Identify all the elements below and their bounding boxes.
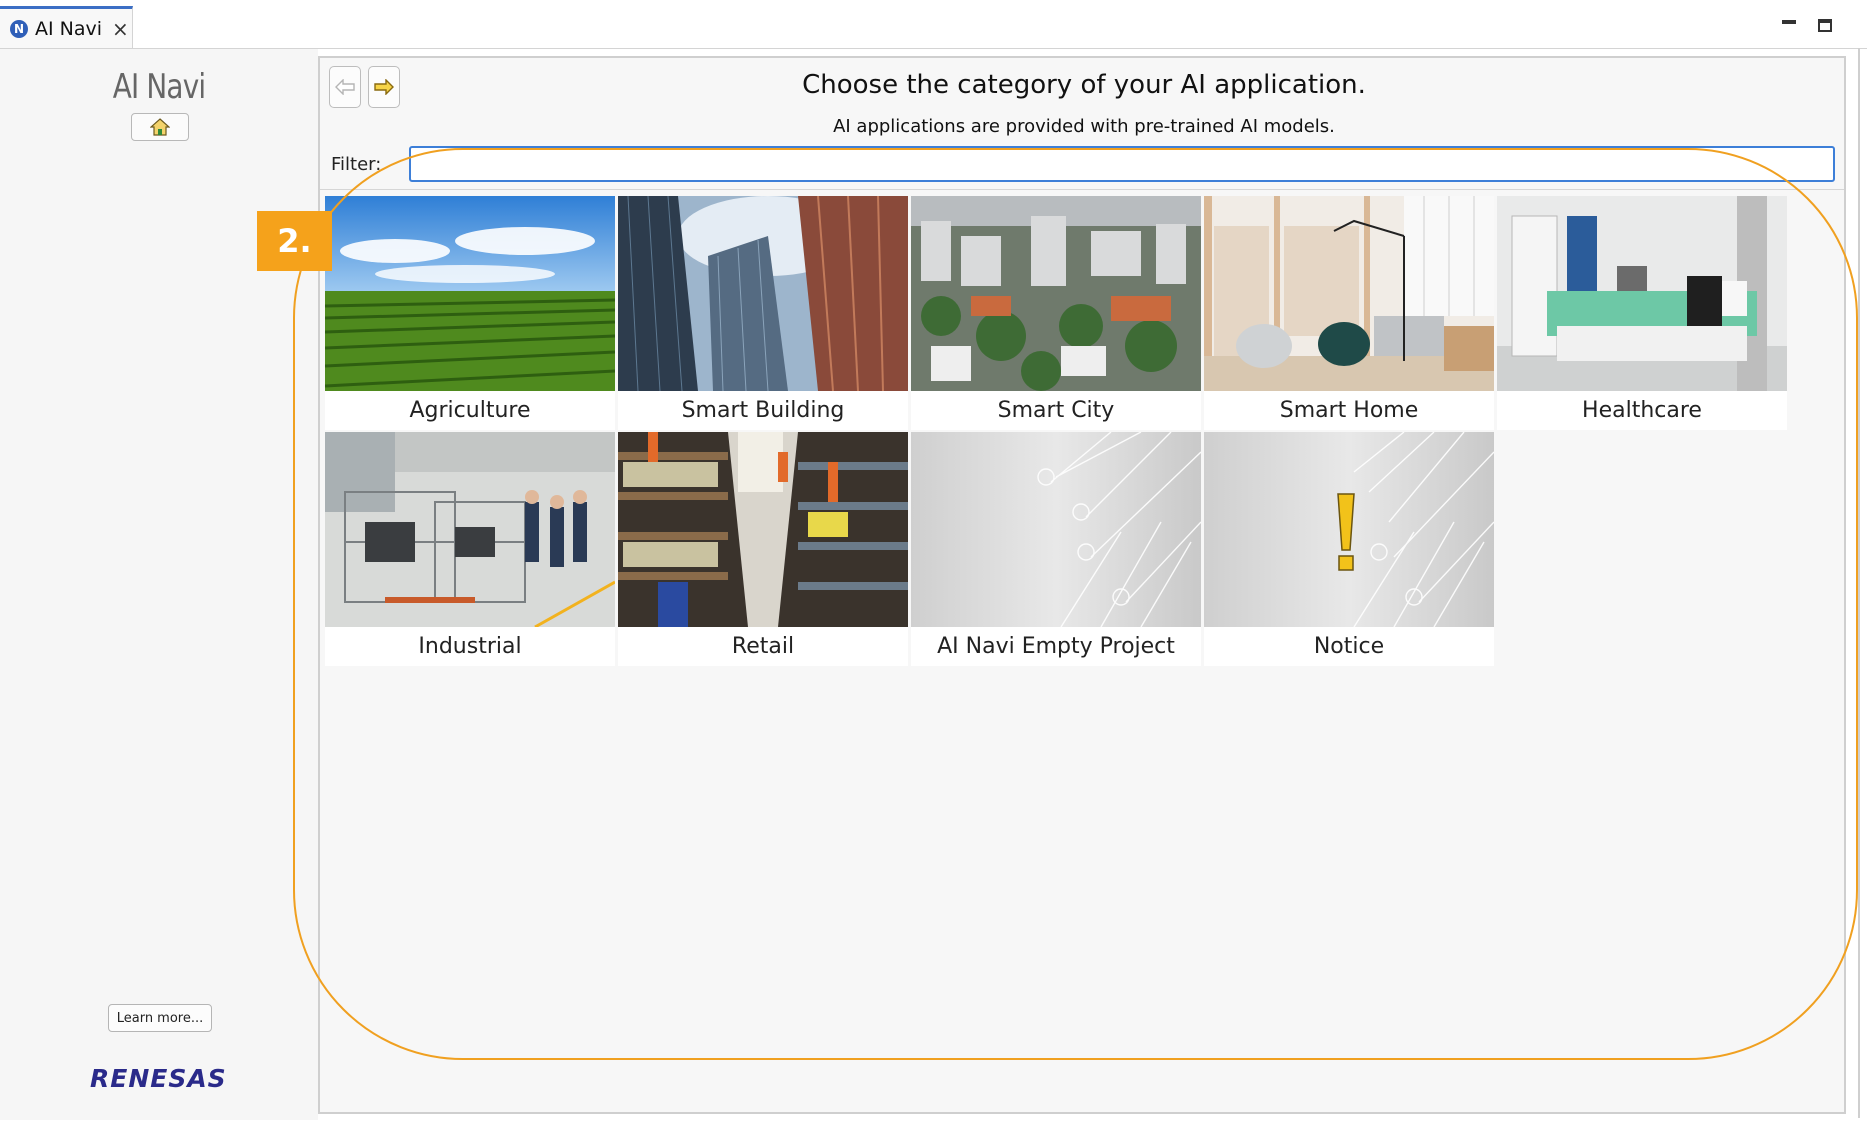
empty-project-image: [911, 432, 1201, 627]
page-subtitle: AI applications are provided with pre-tr…: [833, 116, 1335, 137]
category-label: Retail: [731, 634, 795, 659]
category-label: Agriculture: [409, 398, 531, 423]
category-card-notice[interactable]: Notice: [1204, 432, 1494, 666]
step-badge: 2.: [257, 211, 332, 271]
maximize-icon[interactable]: [1818, 19, 1832, 32]
category-panel: Choose the category of your AI applicati…: [318, 56, 1846, 1114]
home-icon: [150, 118, 170, 136]
smart-building-image: [618, 196, 908, 391]
category-card-healthcare[interactable]: Healthcare: [1497, 196, 1787, 430]
smart-home-image: [1204, 196, 1494, 391]
healthcare-image: [1497, 196, 1787, 391]
category-label: Notice: [1313, 634, 1385, 659]
minimize-icon[interactable]: [1782, 20, 1796, 24]
category-label: Industrial: [418, 634, 522, 659]
agriculture-image: [325, 196, 615, 391]
category-label: Smart City: [997, 398, 1115, 423]
tab-label: AI Navi: [35, 17, 103, 40]
ai-navi-logo-icon: N: [10, 19, 28, 38]
divider: [320, 189, 1844, 190]
ai-navi-title: AI Navi: [112, 67, 206, 107]
smart-city-image: [911, 196, 1201, 391]
category-label: AI Navi Empty Project: [937, 634, 1175, 659]
renesas-logo: RENESAS: [90, 1064, 227, 1093]
filter-input[interactable]: [409, 146, 1835, 182]
tab-ai-navi[interactable]: N AI Navi ×: [0, 6, 133, 48]
sidebar: AI Navi Learn more... RENESAS: [0, 49, 318, 1120]
category-label: Healthcare: [1582, 398, 1702, 423]
filter-label: Filter:: [331, 154, 382, 175]
close-icon[interactable]: ×: [112, 19, 129, 39]
learn-more-button[interactable]: Learn more...: [108, 1004, 212, 1032]
category-card-smart-home[interactable]: Smart Home: [1204, 196, 1494, 430]
notice-image: [1204, 432, 1494, 627]
category-card-agriculture[interactable]: Agriculture: [325, 196, 615, 430]
home-button[interactable]: [131, 113, 189, 141]
category-label: Smart Building: [681, 398, 845, 423]
category-card-smart-building[interactable]: Smart Building: [618, 196, 908, 430]
industrial-image: [325, 432, 615, 627]
category-label: Smart Home: [1279, 398, 1419, 423]
warning-icon: [1337, 493, 1355, 571]
category-card-retail[interactable]: Retail: [618, 432, 908, 666]
category-card-empty-project[interactable]: AI Navi Empty Project: [911, 432, 1201, 666]
tab-bar: N AI Navi ×: [0, 0, 1867, 49]
category-card-smart-city[interactable]: Smart City: [911, 196, 1201, 430]
category-card-industrial[interactable]: Industrial: [325, 432, 615, 666]
page-title: Choose the category of your AI applicati…: [802, 70, 1366, 100]
view-edge-divider: [1858, 48, 1860, 1118]
retail-image: [618, 432, 908, 627]
